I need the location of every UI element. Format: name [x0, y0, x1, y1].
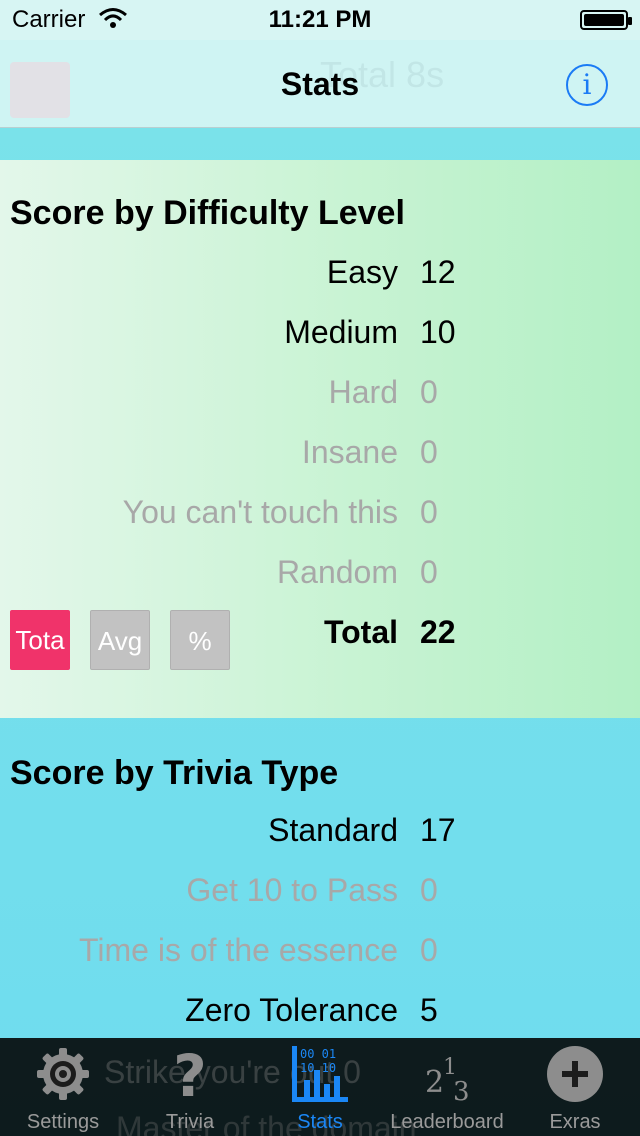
- ranking-icon: 2 1 3: [425, 1055, 470, 1104]
- tab-label: Trivia: [165, 1111, 215, 1133]
- difficulty-row-total: Total 22: [0, 614, 640, 654]
- row-value: 0: [420, 434, 438, 470]
- difficulty-row-medium: Medium 10: [0, 314, 640, 354]
- trivia-type-section: Score by Trivia Type Standard 17 Get 10 …: [0, 718, 640, 1038]
- difficulty-header: Score by Difficulty Level: [10, 194, 405, 232]
- row-value: 0: [420, 374, 438, 410]
- info-icon[interactable]: i: [566, 64, 608, 106]
- trivia-type-header: Score by Trivia Type: [10, 754, 339, 792]
- row-label: You can't touch this: [122, 494, 398, 530]
- row-label: Random: [277, 554, 398, 590]
- row-value: 0: [420, 554, 438, 590]
- difficulty-row-hard: Hard 0: [0, 374, 640, 414]
- row-value: 5: [420, 992, 438, 1028]
- tab-stats[interactable]: 00 01 10 10 Stats: [270, 1038, 370, 1136]
- row-label: Get 10 to Pass: [186, 872, 398, 908]
- row-value: 0: [420, 494, 438, 530]
- page-title: Stats: [280, 66, 360, 102]
- svg-text:00 01: 00 01: [300, 1047, 336, 1061]
- svg-text:2: 2: [425, 1065, 444, 1100]
- difficulty-row-random: Random 0: [0, 554, 640, 594]
- row-value: 0: [420, 932, 438, 968]
- row-value: 17: [420, 812, 456, 848]
- difficulty-section: Score by Difficulty Level Easy 12 Medium…: [0, 160, 640, 718]
- binary-chart-icon: 00 01 10 10: [292, 1046, 348, 1102]
- status-bar: Carrier 11:21 PM: [0, 0, 640, 40]
- tab-label: Settings: [26, 1111, 100, 1133]
- total-label: Total: [323, 614, 398, 650]
- trivia-row-time: Time is of the essence 0: [0, 932, 640, 972]
- row-label: Easy: [326, 254, 398, 290]
- question-mark-icon: ?: [173, 1044, 207, 1104]
- battery-icon: [580, 10, 632, 30]
- tab-exras[interactable]: Exras: [530, 1038, 620, 1136]
- tab-bar: Strike you're out 0 Master of the domain…: [0, 1038, 640, 1136]
- row-label: Medium: [284, 314, 398, 350]
- tab-leaderboard[interactable]: 2 1 3 Leaderboard: [380, 1038, 514, 1136]
- row-value: 0: [420, 872, 438, 908]
- tab-settings[interactable]: Settings: [8, 1038, 118, 1136]
- plus-circle-icon: [547, 1046, 603, 1102]
- clock: 11:21 PM: [268, 6, 372, 33]
- row-label: Zero Tolerance: [185, 992, 398, 1028]
- row-value: 12: [420, 254, 456, 290]
- navigation-bar: Total 8s Stats i: [0, 40, 640, 128]
- tab-label: Exras: [549, 1111, 601, 1133]
- row-label: Time is of the essence: [79, 932, 398, 968]
- total-value: 22: [420, 614, 456, 650]
- row-label: Standard: [268, 812, 398, 848]
- trivia-row-standard: Standard 17: [0, 812, 640, 852]
- trivia-row-get-10: Get 10 to Pass 0: [0, 872, 640, 912]
- row-label: Insane: [301, 434, 398, 470]
- svg-text:10 10: 10 10: [300, 1061, 336, 1075]
- difficulty-row-cant-touch: You can't touch this 0: [0, 494, 640, 534]
- trivia-row-zero-tolerance: Zero Tolerance 5: [0, 992, 640, 1032]
- row-label: Hard: [328, 374, 398, 410]
- svg-text:?: ?: [173, 1044, 207, 1104]
- tab-label: Stats: [297, 1111, 343, 1133]
- svg-text:3: 3: [453, 1077, 470, 1104]
- difficulty-row-easy: Easy 12: [0, 254, 640, 294]
- difficulty-row-insane: Insane 0: [0, 434, 640, 474]
- tab-trivia[interactable]: ? Trivia: [140, 1038, 240, 1136]
- row-value: 10: [420, 314, 456, 350]
- gear-icon: [37, 1048, 89, 1100]
- tab-label: Leaderboard: [390, 1111, 504, 1133]
